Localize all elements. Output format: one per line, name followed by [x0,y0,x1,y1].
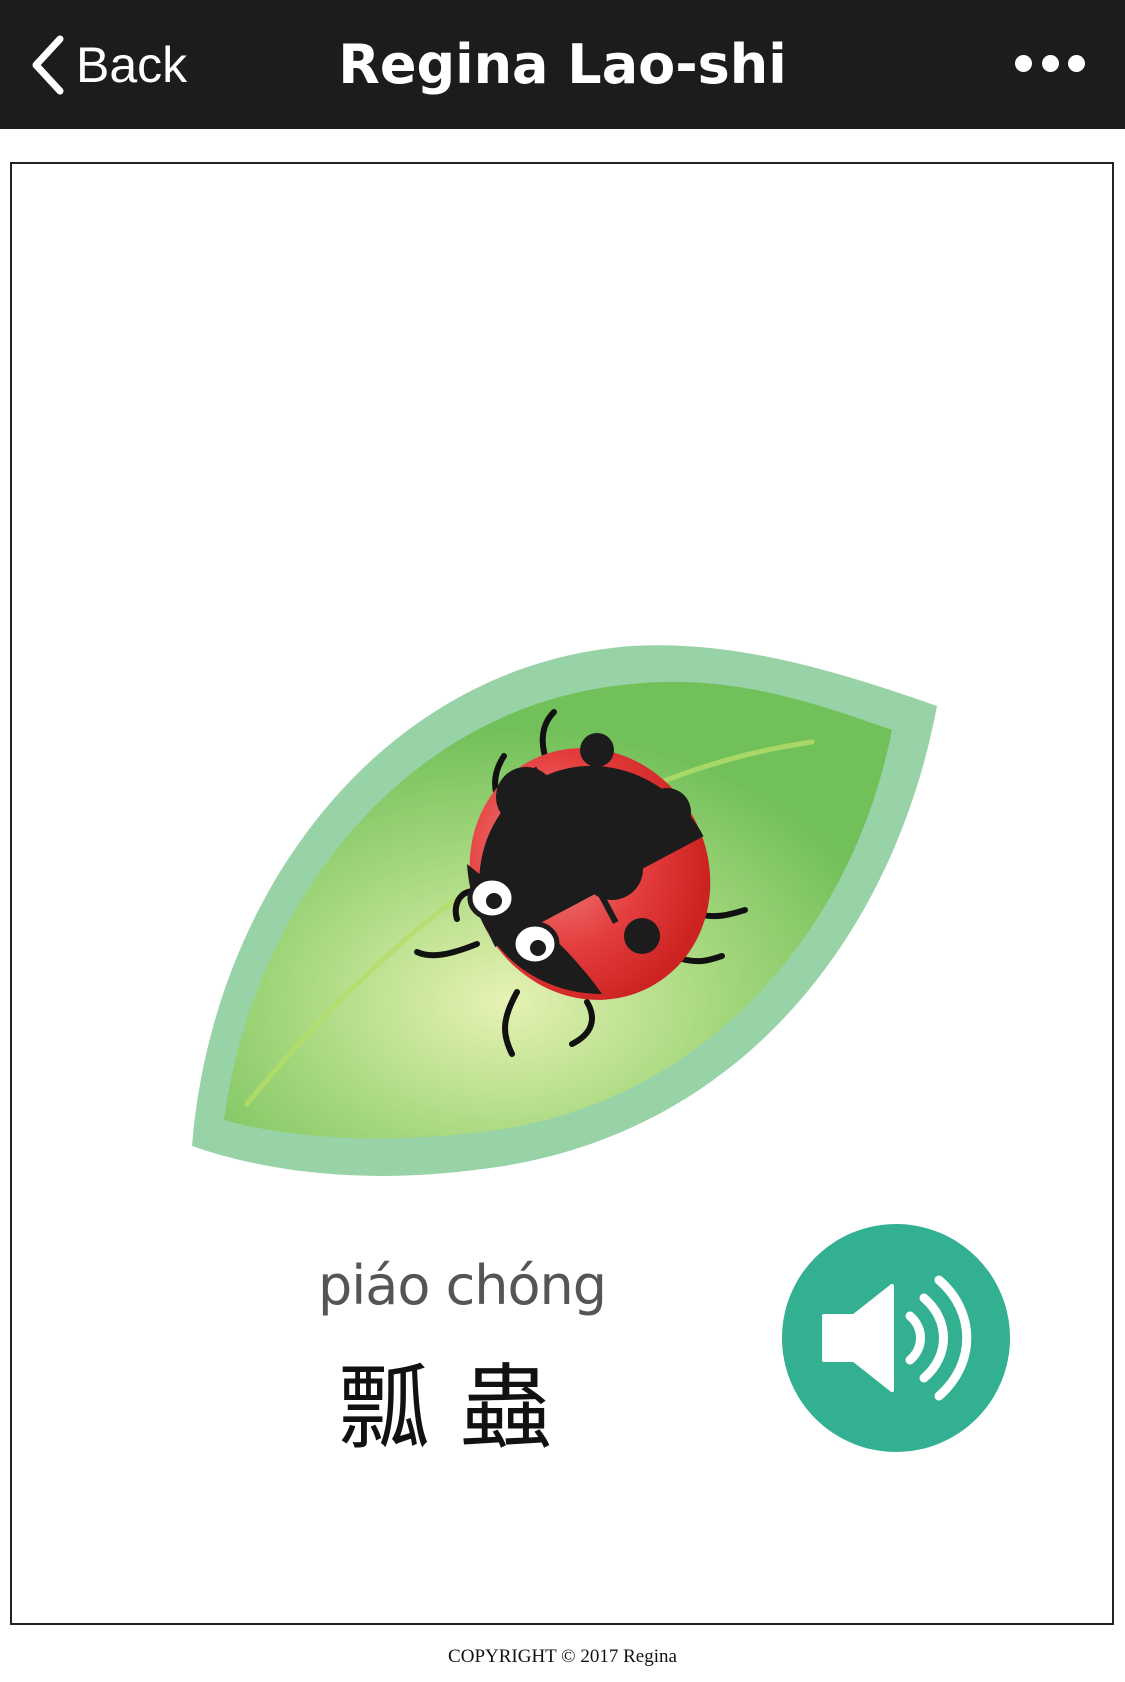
more-dots-icon [1068,54,1085,72]
pinyin-label: piáo chóng [318,1254,607,1317]
navigation-bar: Back Regina Lao-shi [0,0,1125,129]
hanzi-label: 瓢蟲 [338,1355,583,1462]
flashcard: piáo chóng 瓢蟲 [10,162,1114,1625]
ladybug-on-leaf-illustration [192,645,937,1176]
more-dots-icon [1015,54,1032,72]
back-label: Back [76,37,188,93]
chevron-left-icon [32,35,64,95]
speaker-volume-icon [822,1275,972,1401]
play-audio-button[interactable] [782,1224,1010,1452]
more-dots-icon [1041,54,1059,72]
more-options-button[interactable] [1015,48,1085,78]
copyright-notice: COPYRIGHT © 2017 Regina [448,1646,677,1667]
back-button[interactable]: Back [28,30,187,100]
